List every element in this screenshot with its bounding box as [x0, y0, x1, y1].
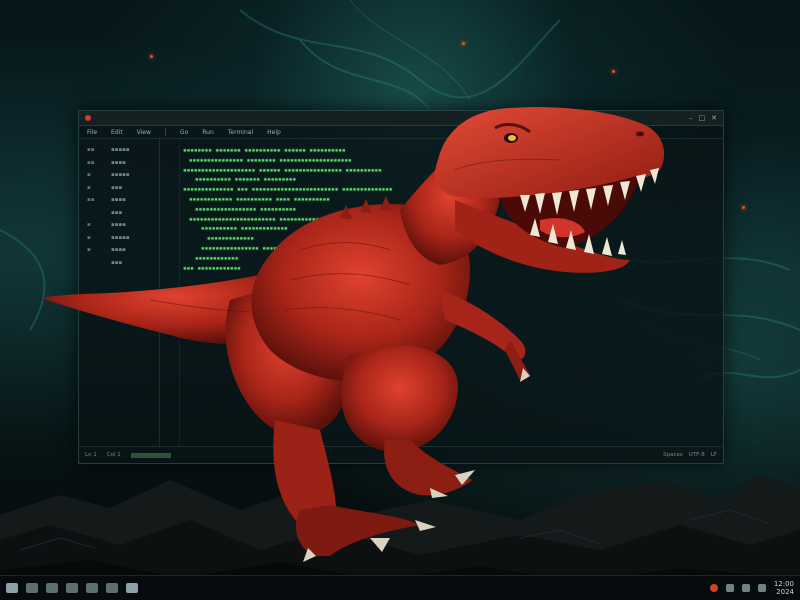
t-rex-dinosaur [42, 107, 665, 562]
start-icon[interactable] [6, 583, 18, 593]
system-tray: 12:00 2024 [709, 580, 794, 596]
folder-icon[interactable] [26, 583, 38, 593]
editor-icon[interactable] [106, 583, 118, 593]
code-app-icon[interactable] [126, 583, 138, 593]
clock-date: 2024 [776, 588, 794, 596]
volume-icon[interactable] [741, 584, 750, 592]
clock-time: 12:00 [773, 580, 794, 588]
taskbar: 12:00 2024 [0, 575, 800, 600]
system-clock[interactable]: 12:00 2024 [774, 580, 794, 596]
battery-icon[interactable] [757, 584, 766, 592]
settings-icon[interactable] [86, 583, 98, 593]
terminal-icon[interactable] [46, 583, 58, 593]
notification-icon[interactable] [709, 584, 718, 592]
network-icon[interactable] [725, 584, 734, 592]
browser-icon[interactable] [66, 583, 78, 593]
